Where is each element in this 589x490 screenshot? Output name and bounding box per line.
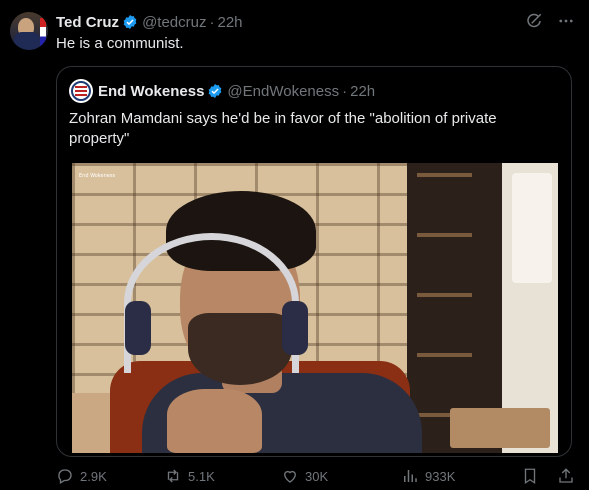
books-stack	[450, 408, 550, 448]
quote-author-name: End Wokeness	[98, 82, 205, 100]
ted-cruz-avatar[interactable]	[10, 12, 48, 50]
reply-button[interactable]: 2.9K	[56, 467, 164, 485]
repost-count: 5.1K	[188, 468, 215, 484]
tweet-time[interactable]: 22h	[217, 14, 242, 31]
tweet-secondary-actions	[521, 467, 575, 485]
repost-button[interactable]: 5.1K	[164, 467, 281, 485]
separator-dot: ·	[209, 13, 215, 31]
views-count: 933K	[425, 468, 456, 484]
reply-icon	[58, 469, 72, 484]
author-handle[interactable]: @tedcruz	[142, 14, 206, 31]
like-count: 30K	[305, 468, 329, 484]
lamp	[512, 173, 552, 283]
tweet-text: He is a communist.	[56, 35, 184, 52]
headphones-right-earcup	[282, 301, 308, 355]
quoted-tweet[interactable]: End Wokeness @EndWokeness · 22h Zohran M…	[56, 66, 572, 457]
headphones-band	[124, 233, 299, 373]
grok-icon[interactable]	[525, 12, 543, 30]
share-icon[interactable]	[557, 467, 575, 485]
like-icon	[284, 470, 296, 483]
author-name[interactable]: Ted Cruz	[56, 14, 119, 31]
tweet-top-icons	[525, 12, 575, 30]
headphones-left-earcup	[125, 301, 151, 355]
verified-badge-icon	[209, 84, 222, 98]
avatar-flag	[40, 18, 46, 46]
avatar-suit	[14, 32, 40, 50]
like-button[interactable]: 30K	[281, 467, 401, 485]
quote-text: Zohran Mamdani says he'd be in favor of …	[69, 110, 497, 147]
tweet-actions: 2.9K 5.1K 30K 933K	[56, 465, 575, 487]
end-wokeness-avatar	[69, 79, 93, 103]
person-hand	[167, 389, 262, 453]
quote-time: 22h	[350, 82, 376, 100]
verified-badge-icon	[123, 15, 137, 29]
views-icon	[404, 470, 417, 482]
reply-count: 2.9K	[80, 468, 107, 484]
tweet-header: Ted Cruz @tedcruz · 22h	[56, 12, 243, 32]
avatar-flag-stripes	[75, 86, 87, 96]
separator-dot: ·	[342, 82, 348, 100]
quote-author-handle: @EndWokeness	[227, 82, 340, 100]
repost-icon	[167, 469, 179, 483]
video-watermark: End Wokeness	[79, 173, 116, 179]
bookshelf-shelves	[417, 173, 472, 443]
bookmark-icon[interactable]	[521, 467, 539, 485]
quote-header: End Wokeness @EndWokeness · 22h	[69, 79, 375, 103]
video-thumbnail[interactable]: End Wokeness	[72, 163, 558, 453]
more-icon[interactable]	[557, 12, 575, 30]
views-button[interactable]: 933K	[401, 467, 519, 485]
